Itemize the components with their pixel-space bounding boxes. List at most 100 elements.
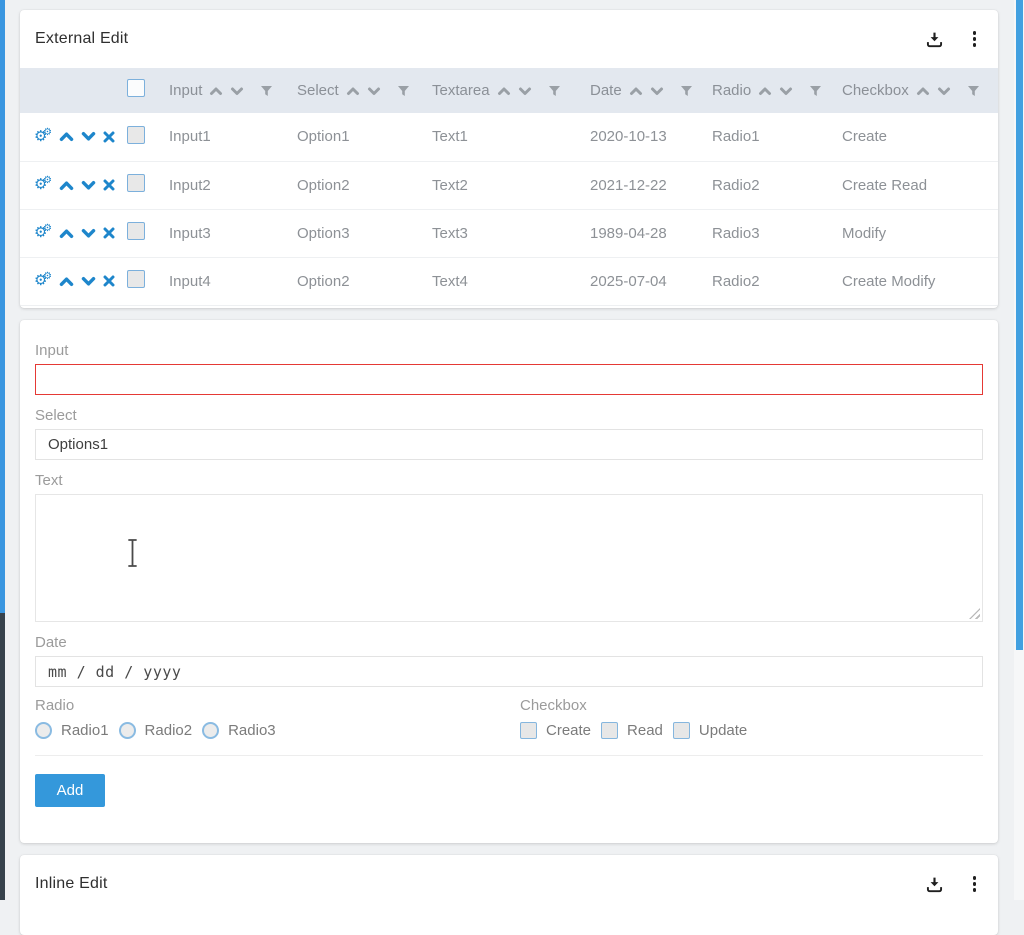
cell-checkbox: Create Modify bbox=[838, 257, 998, 305]
page-title: External Edit bbox=[35, 30, 128, 48]
sort-desc-icon[interactable] bbox=[518, 86, 532, 96]
radio-button[interactable] bbox=[35, 722, 52, 739]
checkbox[interactable] bbox=[520, 722, 537, 739]
filter-icon[interactable] bbox=[548, 85, 561, 97]
delete-icon[interactable] bbox=[103, 179, 115, 191]
table-row: ⚙⚙ Input3 Option3 Text3 1989-04-28 Radio… bbox=[20, 209, 998, 257]
checkbox-option-label: Update bbox=[699, 722, 747, 739]
radio-option-label: Radio1 bbox=[61, 722, 109, 739]
more-options-icon[interactable] bbox=[969, 876, 981, 892]
select-field[interactable]: Options1 bbox=[35, 429, 983, 460]
filter-icon[interactable] bbox=[809, 85, 822, 97]
sort-asc-icon[interactable] bbox=[629, 86, 643, 96]
text-field[interactable] bbox=[35, 494, 983, 622]
input-field[interactable] bbox=[35, 364, 983, 395]
left-scroll-track[interactable] bbox=[0, 0, 5, 900]
add-form-card: Input Select Options1 Text Date mm / dd … bbox=[20, 320, 998, 843]
row-checkbox[interactable] bbox=[127, 174, 145, 192]
checkbox-group: Create Read Update bbox=[520, 722, 747, 739]
cell-date: 2025-07-04 bbox=[586, 257, 708, 305]
checkbox-option-label: Create bbox=[546, 722, 591, 739]
checkbox-group-label: Checkbox bbox=[520, 697, 747, 714]
cell-input: Input1 bbox=[165, 113, 293, 161]
cell-radio: Radio2 bbox=[708, 161, 838, 209]
cell-select: Option3 bbox=[293, 209, 428, 257]
filter-icon[interactable] bbox=[260, 85, 273, 97]
move-down-icon[interactable] bbox=[81, 131, 96, 142]
settings-icon[interactable]: ⚙⚙ bbox=[34, 176, 52, 194]
scrollbar-thumb[interactable] bbox=[1016, 0, 1023, 650]
delete-icon[interactable] bbox=[103, 131, 115, 143]
cell-date: 2021-12-22 bbox=[586, 161, 708, 209]
download-icon[interactable] bbox=[926, 876, 943, 893]
radio-button[interactable] bbox=[202, 722, 219, 739]
sort-desc-icon[interactable] bbox=[367, 86, 381, 96]
cell-textarea: Text1 bbox=[428, 113, 586, 161]
external-edit-card: External Edit Input bbox=[20, 10, 998, 308]
move-up-icon[interactable] bbox=[59, 180, 74, 191]
delete-icon[interactable] bbox=[103, 227, 115, 239]
cell-input: Input2 bbox=[165, 161, 293, 209]
filter-icon[interactable] bbox=[397, 85, 410, 97]
sort-desc-icon[interactable] bbox=[937, 86, 951, 96]
sort-asc-icon[interactable] bbox=[209, 86, 223, 96]
cell-radio: Radio3 bbox=[708, 209, 838, 257]
row-checkbox[interactable] bbox=[127, 222, 145, 240]
radio-option-label: Radio2 bbox=[145, 722, 193, 739]
cell-textarea: Text4 bbox=[428, 257, 586, 305]
more-options-icon[interactable] bbox=[969, 31, 981, 47]
external-edit-table: Input Select Texta bbox=[20, 68, 998, 306]
date-field[interactable]: mm / dd / yyyy bbox=[35, 656, 983, 687]
checkbox-option-label: Read bbox=[627, 722, 663, 739]
select-all-cell bbox=[115, 68, 165, 113]
cell-date: 2020-10-13 bbox=[586, 113, 708, 161]
move-up-icon[interactable] bbox=[59, 228, 74, 239]
radio-button[interactable] bbox=[119, 722, 136, 739]
filter-icon[interactable] bbox=[680, 85, 693, 97]
settings-icon[interactable]: ⚙⚙ bbox=[34, 224, 52, 242]
checkbox[interactable] bbox=[601, 722, 618, 739]
move-down-icon[interactable] bbox=[81, 228, 96, 239]
move-up-icon[interactable] bbox=[59, 276, 74, 287]
column-header-checkbox: Checkbox bbox=[838, 68, 998, 113]
cell-textarea: Text2 bbox=[428, 161, 586, 209]
checkbox[interactable] bbox=[673, 722, 690, 739]
settings-icon[interactable]: ⚙⚙ bbox=[34, 272, 52, 290]
sort-desc-icon[interactable] bbox=[650, 86, 664, 96]
page-title: Inline Edit bbox=[35, 875, 107, 893]
cell-checkbox: Create Read bbox=[838, 161, 998, 209]
sort-asc-icon[interactable] bbox=[346, 86, 360, 96]
sort-asc-icon[interactable] bbox=[497, 86, 511, 96]
cell-input: Input4 bbox=[165, 257, 293, 305]
left-scroll-thumb[interactable] bbox=[0, 0, 5, 613]
row-checkbox[interactable] bbox=[127, 126, 145, 144]
sort-asc-icon[interactable] bbox=[758, 86, 772, 96]
column-header-date: Date bbox=[586, 68, 708, 113]
filter-icon[interactable] bbox=[967, 85, 980, 97]
sort-desc-icon[interactable] bbox=[779, 86, 793, 96]
add-button[interactable]: Add bbox=[35, 774, 105, 807]
table-row: ⚙⚙ Input2 Option2 Text2 2021-12-22 Radio… bbox=[20, 161, 998, 209]
actions-header bbox=[20, 68, 115, 113]
download-icon[interactable] bbox=[926, 31, 943, 48]
select-all-checkbox[interactable] bbox=[127, 79, 145, 97]
scrollbar-track[interactable] bbox=[1014, 0, 1024, 900]
inline-edit-header: Inline Edit bbox=[20, 855, 998, 913]
cell-checkbox: Create bbox=[838, 113, 998, 161]
resize-handle[interactable] bbox=[969, 608, 980, 619]
column-header-textarea: Textarea bbox=[428, 68, 586, 113]
row-checkbox[interactable] bbox=[127, 270, 145, 288]
move-up-icon[interactable] bbox=[59, 131, 74, 142]
inline-edit-card: Inline Edit bbox=[20, 855, 998, 935]
sort-desc-icon[interactable] bbox=[230, 86, 244, 96]
input-label: Input bbox=[35, 342, 983, 359]
cell-select: Option2 bbox=[293, 257, 428, 305]
move-down-icon[interactable] bbox=[81, 180, 96, 191]
table-row: ⚙⚙ Input1 Option1 Text1 2020-10-13 Radio… bbox=[20, 113, 998, 161]
sort-asc-icon[interactable] bbox=[916, 86, 930, 96]
move-down-icon[interactable] bbox=[81, 276, 96, 287]
delete-icon[interactable] bbox=[103, 275, 115, 287]
cell-select: Option2 bbox=[293, 161, 428, 209]
settings-icon[interactable]: ⚙⚙ bbox=[34, 128, 52, 146]
column-header-select: Select bbox=[293, 68, 428, 113]
